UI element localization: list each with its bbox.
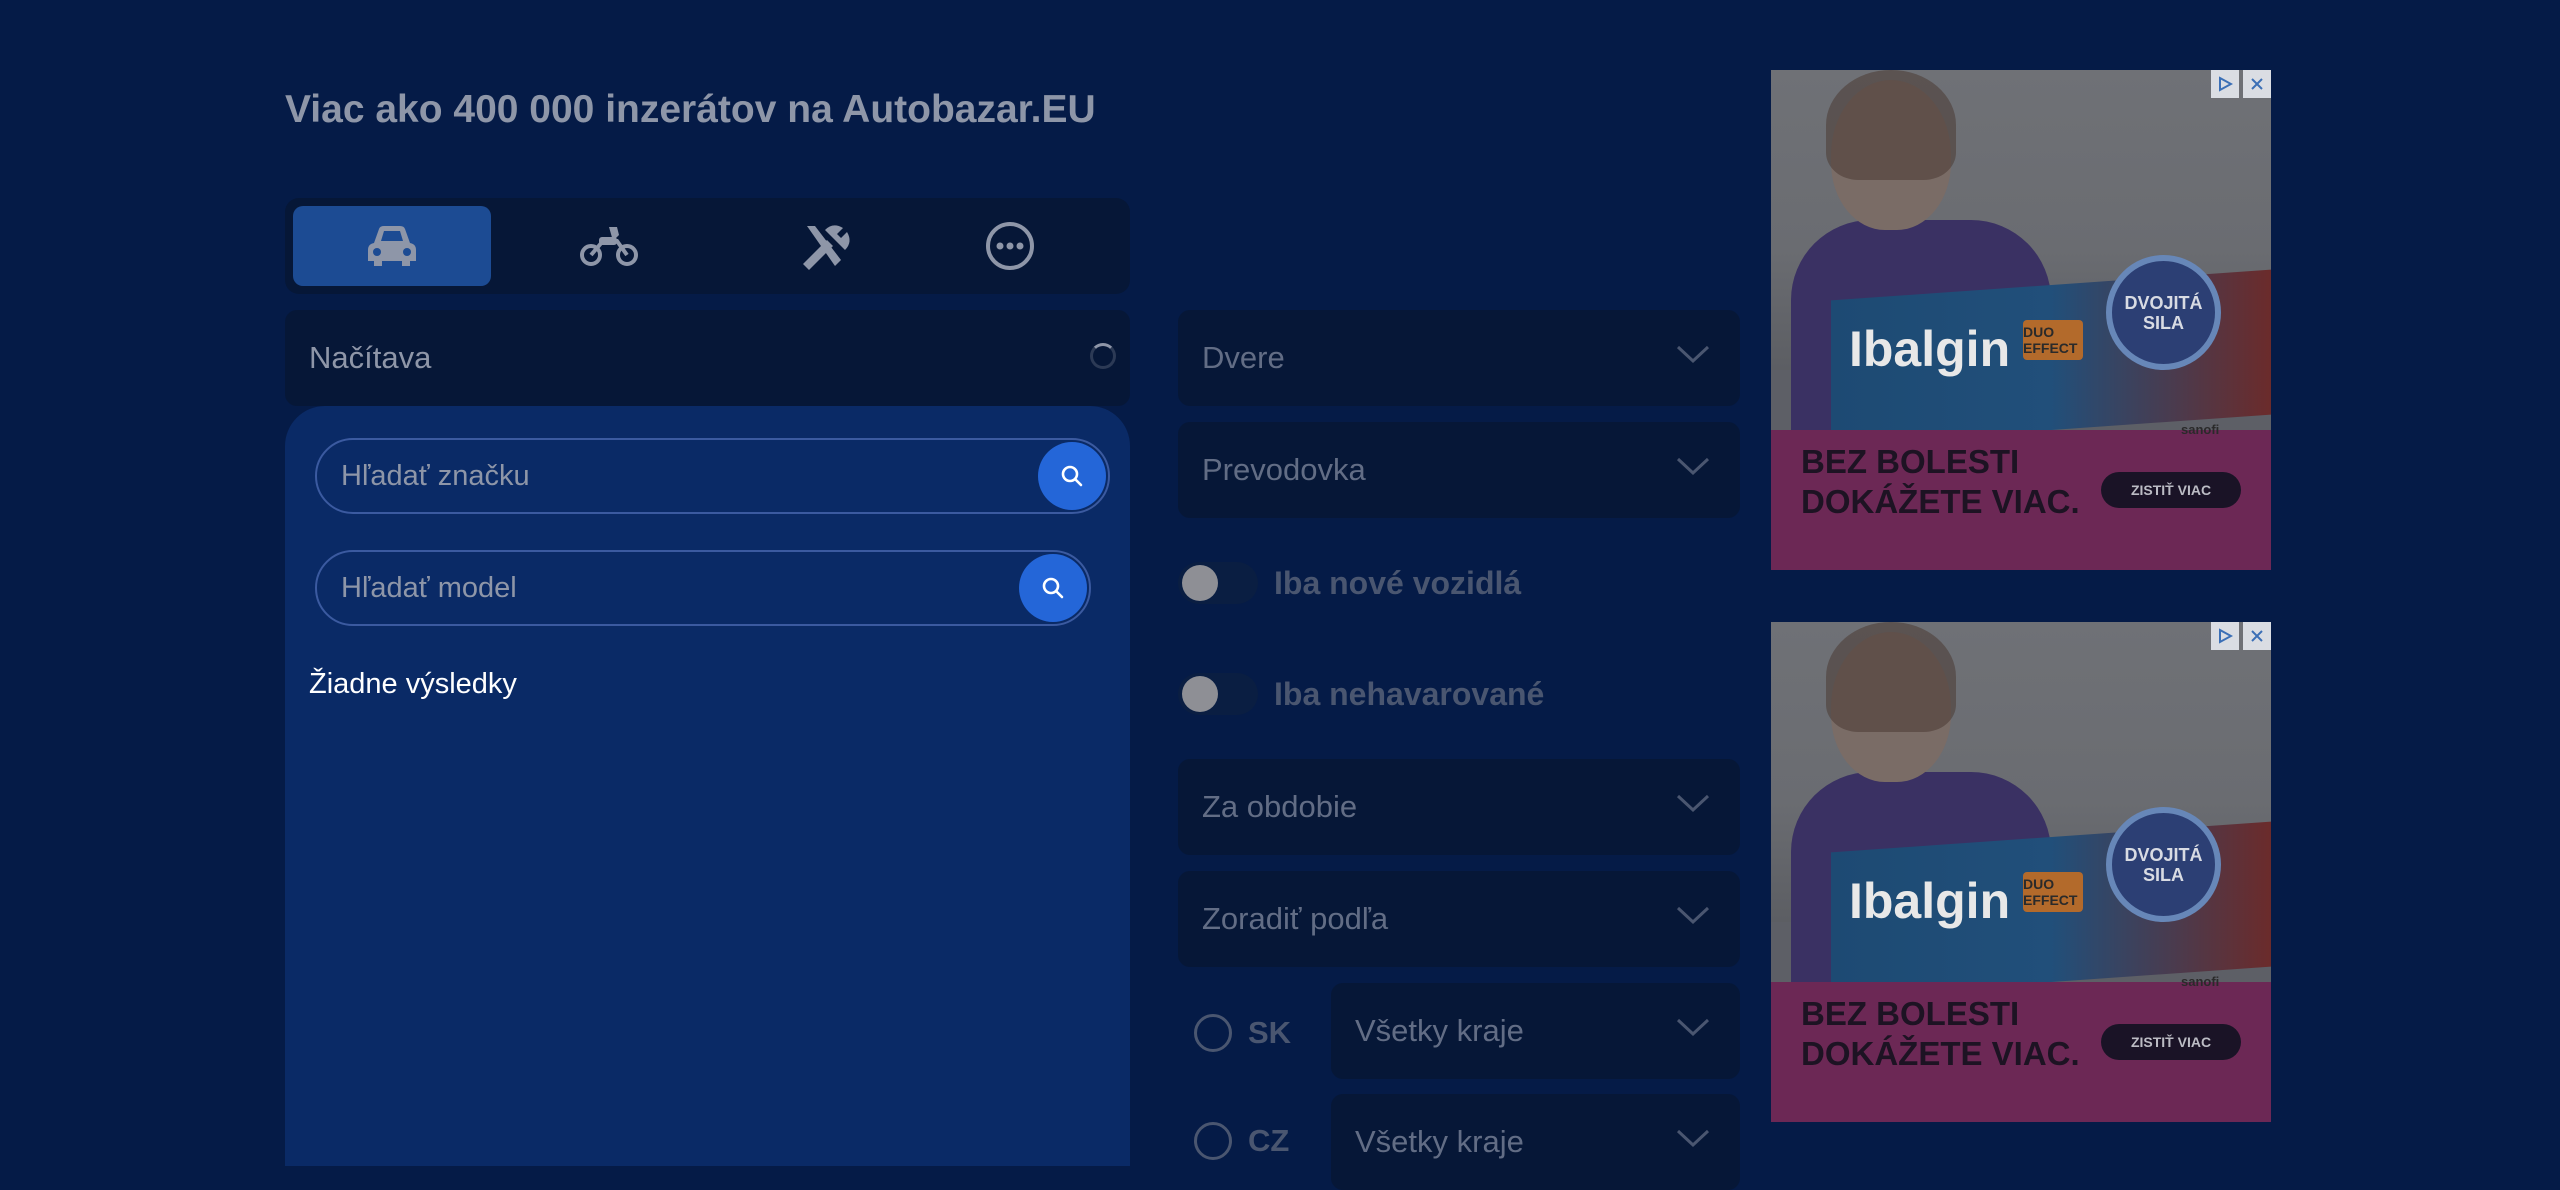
regions-sk-select[interactable]: Všetky kraje (1331, 983, 1740, 1079)
adchoices-icon[interactable] (2211, 622, 2239, 650)
car-icon (368, 226, 416, 266)
model-search-button[interactable] (1019, 554, 1087, 622)
ad-product: DUO EFFECT (2023, 872, 2083, 912)
ad-maker: sanofi (2181, 422, 2220, 437)
regions-cz-label: Všetky kraje (1355, 1124, 1524, 1159)
ad-controls (2211, 622, 2271, 650)
ad-badge: DVOJITÁ SILA (2106, 807, 2221, 922)
more-icon (986, 222, 1034, 270)
country-sk-label: SK (1248, 1015, 1292, 1050)
brand-model-panel: Hľadať značku Hľadať model Žiadne výsled… (285, 406, 1130, 1166)
ad-brand: Ibalgin (1849, 321, 2011, 377)
ad-brand: Ibalgin (1849, 873, 2011, 929)
model-search-placeholder: Hľadať model (341, 571, 517, 604)
ad-cta-button[interactable]: ZISTIŤ VIAC (2101, 1024, 2241, 1060)
undamaged-label: Iba nehavarované (1274, 675, 1545, 712)
tools-icon (803, 225, 850, 270)
sort-select-label: Zoradiť podľa (1202, 901, 1389, 936)
country-cz-radio[interactable] (1194, 1122, 1232, 1160)
sort-select[interactable]: Zoradiť podľa (1178, 871, 1740, 967)
advertisement-banner[interactable]: Ibalgin DUO EFFECT DVOJITÁ SILA sanofi B… (1771, 70, 2271, 570)
undamaged-toggle[interactable] (1178, 673, 1258, 715)
tab-parts[interactable] (726, 206, 924, 286)
only-new-toggle[interactable] (1178, 562, 1258, 604)
chevron-down-icon (1676, 1129, 1710, 1148)
country-sk-radio[interactable] (1194, 1014, 1232, 1052)
doors-select[interactable]: Dvere (1178, 310, 1740, 406)
period-select[interactable]: Za obdobie (1178, 759, 1740, 855)
brand-search-button[interactable] (1038, 442, 1106, 510)
brand-select-label: Načítava (309, 340, 432, 375)
motorcycle-icon (580, 227, 638, 266)
brand-search-input[interactable]: Hľadať značku (315, 438, 1110, 514)
brand-search-placeholder: Hľadať značku (341, 459, 530, 492)
transmission-select[interactable]: Prevodovka (1178, 422, 1740, 518)
transmission-select-label: Prevodovka (1202, 452, 1366, 487)
regions-sk-label: Všetky kraje (1355, 1013, 1524, 1048)
tab-motorcycles[interactable] (510, 206, 708, 286)
country-sk-radio-row[interactable]: SK (1194, 1014, 1291, 1052)
vehicle-type-tabs (285, 198, 1130, 294)
adchoices-icon[interactable] (2211, 70, 2239, 98)
ad-person-hair (1826, 622, 1956, 732)
search-icon (1042, 577, 1064, 599)
toggle-knob (1182, 565, 1218, 601)
ad-headline: BEZ BOLESTI DOKÁŽETE VIAC. (1801, 443, 2080, 520)
chevron-down-icon (1676, 906, 1710, 925)
ad-headline: BEZ BOLESTI DOKÁŽETE VIAC. (1801, 995, 2080, 1072)
search-icon (1061, 465, 1083, 487)
ad-product: DUO EFFECT (2023, 320, 2083, 360)
no-results-text: Žiadne výsledky (309, 668, 517, 700)
close-icon[interactable] (2243, 622, 2271, 650)
ad-badge: DVOJITÁ SILA (2106, 255, 2221, 370)
only-new-label: Iba nové vozidlá (1274, 564, 1522, 601)
period-select-label: Za obdobie (1202, 789, 1358, 824)
advertisement-banner[interactable]: Ibalgin DUO EFFECT DVOJITÁ SILA sanofi B… (1771, 622, 2271, 1122)
toggle-knob (1182, 676, 1218, 712)
tab-other[interactable] (911, 206, 1109, 286)
chevron-down-icon (1676, 457, 1710, 476)
loading-spinner-icon (1090, 343, 1116, 369)
ad-controls (2211, 70, 2271, 98)
chevron-down-icon (1676, 794, 1710, 813)
regions-cz-select[interactable]: Všetky kraje (1331, 1094, 1740, 1190)
only-new-toggle-row[interactable]: Iba nové vozidlá (1178, 562, 1521, 604)
chevron-down-icon (1676, 345, 1710, 364)
country-cz-radio-row[interactable]: CZ (1194, 1122, 1289, 1160)
ad-person-hair (1826, 70, 1956, 180)
country-cz-label: CZ (1248, 1123, 1290, 1158)
chevron-down-icon (1676, 1018, 1710, 1037)
tab-cars[interactable] (293, 206, 491, 286)
close-icon[interactable] (2243, 70, 2271, 98)
doors-select-label: Dvere (1202, 340, 1285, 375)
page-headline: Viac ako 400 000 inzerátov na Autobazar.… (285, 88, 1096, 131)
model-search-input[interactable]: Hľadať model (315, 550, 1091, 626)
brand-select[interactable]: Načítava (285, 310, 1130, 406)
ad-maker: sanofi (2181, 974, 2220, 989)
ad-cta-button[interactable]: ZISTIŤ VIAC (2101, 472, 2241, 508)
undamaged-toggle-row[interactable]: Iba nehavarované (1178, 673, 1544, 715)
